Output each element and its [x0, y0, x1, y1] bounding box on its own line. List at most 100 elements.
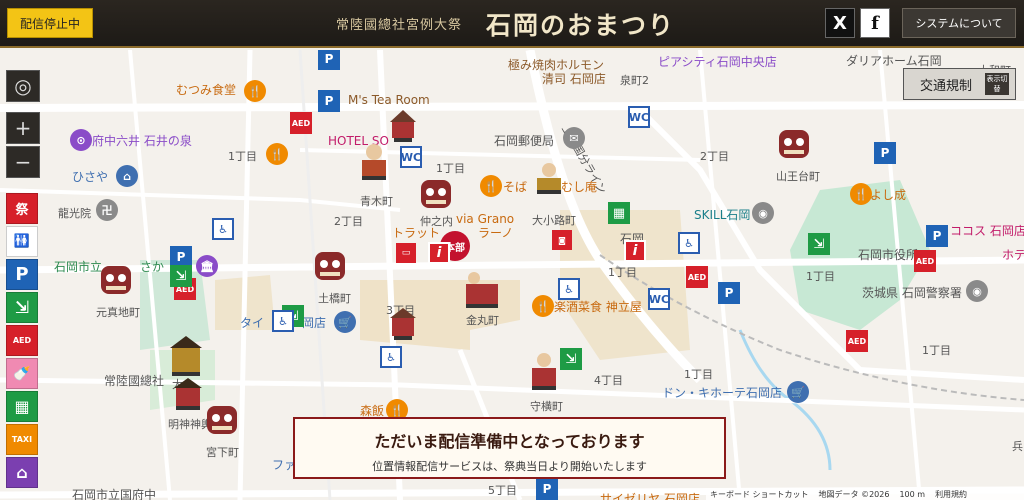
zoom-in-button[interactable]: + — [6, 112, 40, 144]
map-label: 泉町2 — [620, 74, 649, 87]
toilet-marker[interactable]: WC — [400, 146, 422, 168]
rest-filter-button[interactable]: ▦ — [6, 391, 38, 422]
chair-filter-button[interactable]: ⌂ — [6, 457, 38, 488]
taxi-filter-button[interactable]: TAXI — [6, 424, 38, 455]
app-header: 配信停止中 常陸國總社宮例大祭 石岡のおまつり X f システムについて — [0, 0, 1024, 48]
shopping-icon[interactable]: 🛒 — [334, 311, 356, 333]
parking-filter-button[interactable]: P — [6, 259, 38, 290]
aed-marker[interactable]: AED — [686, 266, 708, 288]
aed-filter-button[interactable]: AED — [6, 325, 38, 356]
exit-filter-button[interactable]: ⇲ — [6, 292, 38, 323]
map-canvas[interactable]: ◎ + − 祭 🚻 P ⇲ AED 🍼 ▦ TAXI ⌂ 交通規制 表示切替 極… — [0, 50, 1024, 500]
map-label: さか — [140, 260, 165, 274]
restaurant-icon[interactable]: 🍴 — [480, 175, 502, 197]
map-label: 守横町 — [530, 400, 563, 413]
exit-marker[interactable]: ⇲ — [560, 348, 582, 370]
parking-marker[interactable]: P — [718, 282, 740, 304]
map-label: サイゼリヤ 石岡店 — [600, 492, 700, 500]
x-icon[interactable]: X — [825, 8, 855, 38]
parking-marker[interactable]: P — [926, 225, 948, 247]
restaurant-icon[interactable]: 🍴 — [244, 80, 266, 102]
terms-link[interactable]: 利用規約 — [935, 489, 967, 500]
aed-marker[interactable]: AED — [846, 330, 868, 352]
map-label: 石岡市立 — [54, 260, 103, 274]
shop-icon[interactable]: ⌂ — [116, 165, 138, 187]
tv-marker[interactable]: ▭ — [396, 243, 416, 263]
map-label: 龍光院 — [58, 207, 91, 220]
toilet-marker[interactable]: WC — [648, 288, 670, 310]
map-label: ホテ — [1002, 248, 1024, 262]
toilet-filter-button[interactable]: 🚻 — [6, 226, 38, 257]
about-system-button[interactable]: システムについて — [902, 8, 1016, 38]
traffic-regulation-label: 交通規制 — [920, 78, 973, 94]
toilet-marker[interactable]: ♿ — [558, 278, 580, 300]
post-office-icon[interactable]: ✉ — [563, 127, 585, 149]
aed-marker[interactable]: AED — [290, 112, 312, 134]
map-label: 1丁目 — [608, 266, 637, 279]
rest-area-marker[interactable]: ▦ — [608, 202, 630, 224]
map-label: むつみ食堂 — [176, 83, 237, 97]
exit-marker[interactable]: ⇲ — [808, 233, 830, 255]
map-label: 1丁目 — [806, 270, 835, 283]
map-label: 1丁目 — [436, 162, 465, 175]
baby-filter-button[interactable]: 🍼 — [6, 358, 38, 389]
stop-delivery-button[interactable]: 配信停止中 — [7, 8, 93, 38]
map-label: SKILL石岡 — [694, 208, 751, 222]
building-icon[interactable]: ◉ — [752, 202, 774, 224]
accessible-parking-marker[interactable]: P — [318, 90, 340, 112]
info-marker[interactable]: i — [624, 240, 646, 262]
map-label: 石岡市役所 — [858, 248, 919, 262]
preparing-notice: ただいま配信準備中となっております 位置情報配信サービスは、祭典当日より開始いた… — [293, 417, 726, 479]
map-label: 大小路町 — [532, 214, 576, 227]
map-label: 青木町 — [360, 195, 393, 208]
toilet-marker[interactable]: ♿ — [380, 346, 402, 368]
toilet-marker[interactable]: ♿ — [212, 218, 234, 240]
map-label: 茨城県 石岡警察署 — [862, 286, 962, 300]
map-label: 兵 — [1012, 440, 1023, 453]
map-data-credit: 地図データ ©2026 — [818, 489, 890, 499]
toilet-marker[interactable]: WC — [628, 106, 650, 128]
map-label: トラット — [392, 226, 441, 240]
temple-icon[interactable]: 卍 — [96, 199, 118, 221]
map-label: ピアシティ石岡中央店 — [658, 55, 777, 69]
display-toggle-button[interactable]: 表示切替 — [985, 73, 1009, 95]
parking-marker[interactable]: P — [318, 50, 340, 70]
map-label: 府中六井 石井の泉 — [92, 134, 192, 148]
festival-title: 石岡のおまつり — [486, 11, 676, 40]
aed-marker[interactable]: AED — [914, 250, 936, 272]
rest-area-icon: ▦ — [14, 397, 30, 416]
locate-button[interactable]: ◎ — [6, 70, 40, 102]
aed-icon: AED — [12, 336, 32, 345]
keyboard-shortcuts-link[interactable]: キーボード ショートカット — [710, 489, 809, 500]
restaurant-icon[interactable]: 🍴 — [532, 295, 554, 317]
exit-marker[interactable]: ⇲ — [170, 265, 192, 287]
scale-bar[interactable]: 100 m — [899, 490, 925, 499]
map-label: 1丁目 — [684, 368, 713, 381]
parking-marker[interactable]: P — [536, 478, 558, 500]
traffic-regulation-button[interactable]: 交通規制 表示切替 — [903, 68, 1016, 100]
festival-icon: 祭 — [15, 203, 29, 218]
restaurant-icon[interactable]: 🍴 — [850, 183, 872, 205]
shopping-icon[interactable]: 🛒 — [787, 381, 809, 403]
facebook-icon[interactable]: f — [860, 8, 890, 38]
zoom-out-button[interactable]: − — [6, 146, 40, 178]
parking-marker[interactable]: P — [874, 142, 896, 164]
map-label: 4丁目 — [594, 374, 623, 387]
festival-filter-button[interactable]: 祭 — [6, 193, 38, 224]
taxi-icon: TAXI — [11, 435, 33, 444]
toilet-icon: 🚻 — [13, 234, 31, 249]
info-marker[interactable]: i — [428, 242, 450, 264]
toilet-marker[interactable]: ♿ — [272, 310, 294, 332]
restaurant-icon[interactable]: 🍴 — [266, 143, 288, 165]
baby-bottle-icon: 🍼 — [13, 365, 31, 382]
landmark-icon[interactable]: ⊙ — [70, 129, 92, 151]
map-label: 石岡郵便局 — [494, 134, 555, 148]
map-label: ダリアホーム石岡 — [846, 54, 942, 68]
toilet-marker[interactable]: ♿ — [678, 232, 700, 254]
camera-marker[interactable]: ◙ — [552, 230, 572, 250]
map-attribution: キーボード ショートカット 地図データ ©2026 100 m 利用規約 — [706, 488, 1024, 500]
map-label: よし成 — [870, 188, 907, 202]
police-icon[interactable]: ◉ — [966, 280, 988, 302]
map-label: そば — [503, 180, 528, 194]
museum-icon[interactable]: 🏛 — [196, 255, 218, 277]
